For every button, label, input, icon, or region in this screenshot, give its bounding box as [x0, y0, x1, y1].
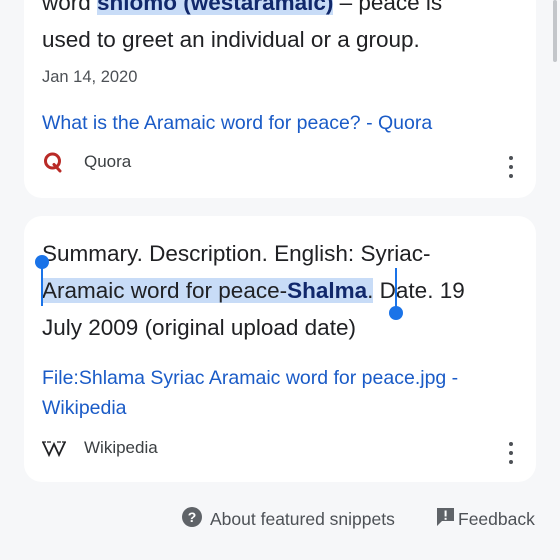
result-title-link[interactable]: What is the Aramaic word for peace? - Qu… — [42, 108, 522, 138]
highlighted-term: shlomo (westaramaic) — [97, 0, 334, 15]
feedback-icon — [436, 507, 456, 532]
result-source[interactable]: Wikipedia — [42, 436, 158, 460]
snippet-line: used to greet an individual or a group. — [42, 27, 420, 52]
selection-start-handle[interactable] — [35, 255, 49, 269]
selection-end-handle[interactable] — [389, 306, 403, 320]
wikipedia-logo-icon — [42, 438, 70, 458]
highlighted-term: Shalma — [287, 278, 368, 303]
snippet-line: Aramaic word for peace-Shalma. Date. 19 — [42, 278, 465, 303]
source-name: Quora — [84, 152, 132, 171]
more-options-icon[interactable] — [508, 442, 514, 464]
scrollbar[interactable] — [553, 0, 557, 62]
result-date: Jan 14, 2020 — [42, 68, 138, 86]
source-name: Wikipedia — [84, 438, 158, 457]
quora-logo-icon — [42, 151, 70, 173]
snippet-line: July 2009 (original upload date) — [42, 315, 356, 340]
help-icon: ? — [182, 506, 202, 532]
selected-text[interactable]: Aramaic word for peace-Shalma. — [42, 278, 374, 303]
about-featured-snippets-link[interactable]: ? About featured snippets — [182, 506, 395, 532]
result-source[interactable]: Quora — [42, 150, 131, 174]
more-options-icon[interactable] — [508, 156, 514, 178]
feedback-button[interactable]: Feedback — [436, 506, 535, 532]
snippet-line: Summary. Description. English: Syriac- — [42, 241, 431, 266]
snippet-line: word shlomo (westaramaic) – peace is — [42, 0, 512, 21]
result-card-quora: word shlomo (westaramaic) – peace is use… — [24, 0, 536, 198]
result-title-link[interactable]: File:Shlama Syriac Aramaic word for peac… — [42, 363, 522, 423]
selection-end-handle-bar — [395, 268, 397, 310]
snippet-text: Summary. Description. English: Syriac- A… — [42, 235, 512, 346]
about-label: About featured snippets — [210, 508, 395, 529]
result-card-wikipedia: Summary. Description. English: Syriac- A… — [24, 216, 536, 482]
snippet-text: word shlomo (westaramaic) – peace is use… — [42, 0, 512, 58]
svg-text:?: ? — [188, 509, 197, 525]
feedback-label: Feedback — [458, 508, 535, 529]
